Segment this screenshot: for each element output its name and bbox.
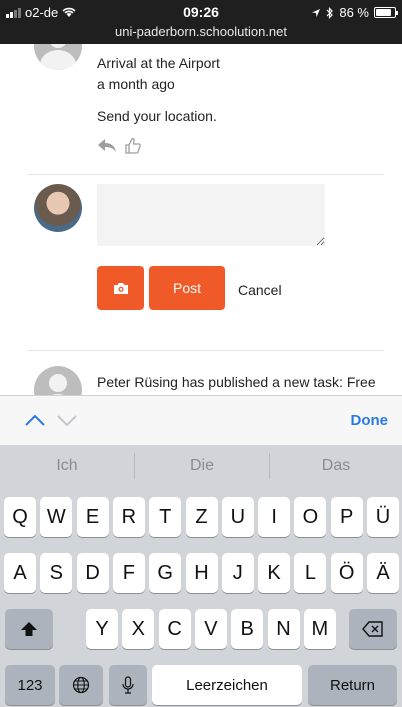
space-key[interactable]: Leerzeichen xyxy=(152,665,302,705)
key-u[interactable]: U xyxy=(221,497,254,537)
post-timestamp: a month ago xyxy=(97,76,175,92)
key-r[interactable]: R xyxy=(112,497,145,537)
camera-icon xyxy=(113,282,128,294)
key-a[interactable]: A xyxy=(4,553,36,593)
avatar xyxy=(34,366,82,395)
key-x[interactable]: X xyxy=(122,609,155,649)
key-ä[interactable]: Ä xyxy=(367,553,399,593)
post-button[interactable]: Post xyxy=(149,266,225,310)
key-b[interactable]: B xyxy=(231,609,264,649)
bluetooth-icon xyxy=(326,6,334,19)
key-w[interactable]: W xyxy=(40,497,73,537)
return-key[interactable]: Return xyxy=(308,665,397,705)
post-body: Send your location. xyxy=(97,108,217,124)
thumbs-up-icon[interactable] xyxy=(124,137,142,155)
battery-fill xyxy=(376,9,392,16)
comment-input[interactable] xyxy=(97,184,325,246)
numbers-key[interactable]: 123 xyxy=(5,665,55,705)
divider xyxy=(28,174,384,175)
dictation-key[interactable] xyxy=(109,665,147,705)
camera-button[interactable] xyxy=(97,266,144,310)
backspace-icon xyxy=(362,621,383,637)
keyboard-accessory-bar: Done xyxy=(0,395,402,445)
location-icon xyxy=(312,8,321,17)
backspace-key[interactable] xyxy=(349,609,397,649)
key-ü[interactable]: Ü xyxy=(367,497,399,537)
suggestion-bar: Ich Die Das xyxy=(0,445,402,487)
microphone-icon xyxy=(122,676,134,694)
done-button[interactable]: Done xyxy=(351,412,389,429)
key-k[interactable]: K xyxy=(258,553,291,593)
key-g[interactable]: G xyxy=(149,553,182,593)
key-d[interactable]: D xyxy=(76,553,109,593)
key-v[interactable]: V xyxy=(194,609,227,649)
key-y[interactable]: Y xyxy=(86,609,118,649)
key-o[interactable]: O xyxy=(294,497,327,537)
key-j[interactable]: J xyxy=(221,553,254,593)
feed-item-text: Peter Rüsing has published a new task: F… xyxy=(97,374,376,390)
key-ö[interactable]: Ö xyxy=(330,553,363,593)
key-t[interactable]: T xyxy=(149,497,182,537)
key-i[interactable]: I xyxy=(258,497,291,537)
cancel-button[interactable]: Cancel xyxy=(238,282,282,298)
key-l[interactable]: L xyxy=(294,553,327,593)
suggestion-item[interactable]: Die xyxy=(135,445,269,487)
key-z[interactable]: Z xyxy=(185,497,218,537)
key-c[interactable]: C xyxy=(158,609,191,649)
status-indicators: 86 % xyxy=(311,5,398,20)
reply-icon[interactable] xyxy=(97,138,117,154)
chevron-up-icon[interactable] xyxy=(24,410,46,430)
suggestion-item[interactable]: Ich xyxy=(0,445,134,487)
key-q[interactable]: Q xyxy=(4,497,36,537)
post-title: Arrival at the Airport xyxy=(97,55,220,71)
key-p[interactable]: P xyxy=(330,497,363,537)
key-e[interactable]: E xyxy=(76,497,109,537)
chevron-down-icon[interactable] xyxy=(56,410,78,430)
page-url: uni-paderborn.schoolution.net xyxy=(114,24,287,39)
key-s[interactable]: S xyxy=(40,553,73,593)
battery-percent: 86 % xyxy=(339,5,369,20)
feed: Arrival at the Airport a month ago Send … xyxy=(0,44,402,395)
key-f[interactable]: F xyxy=(112,553,145,593)
globe-icon xyxy=(72,676,90,694)
key-h[interactable]: H xyxy=(185,553,218,593)
shift-key[interactable] xyxy=(5,609,53,649)
battery-icon xyxy=(374,7,398,18)
current-user-avatar xyxy=(34,184,82,232)
status-bar: o2-de 09:26 86 % uni-paderborn.schooluti… xyxy=(0,0,402,44)
key-m[interactable]: M xyxy=(303,609,336,649)
avatar xyxy=(34,44,82,70)
key-n[interactable]: N xyxy=(267,609,300,649)
shift-icon xyxy=(21,622,37,636)
globe-key[interactable] xyxy=(59,665,103,705)
divider xyxy=(28,350,384,351)
suggestion-item[interactable]: Das xyxy=(270,445,402,487)
keyboard: Ich Die Das QWERTZUIOPÜ ASDFGHJKLÖÄ YXCV… xyxy=(0,445,402,707)
